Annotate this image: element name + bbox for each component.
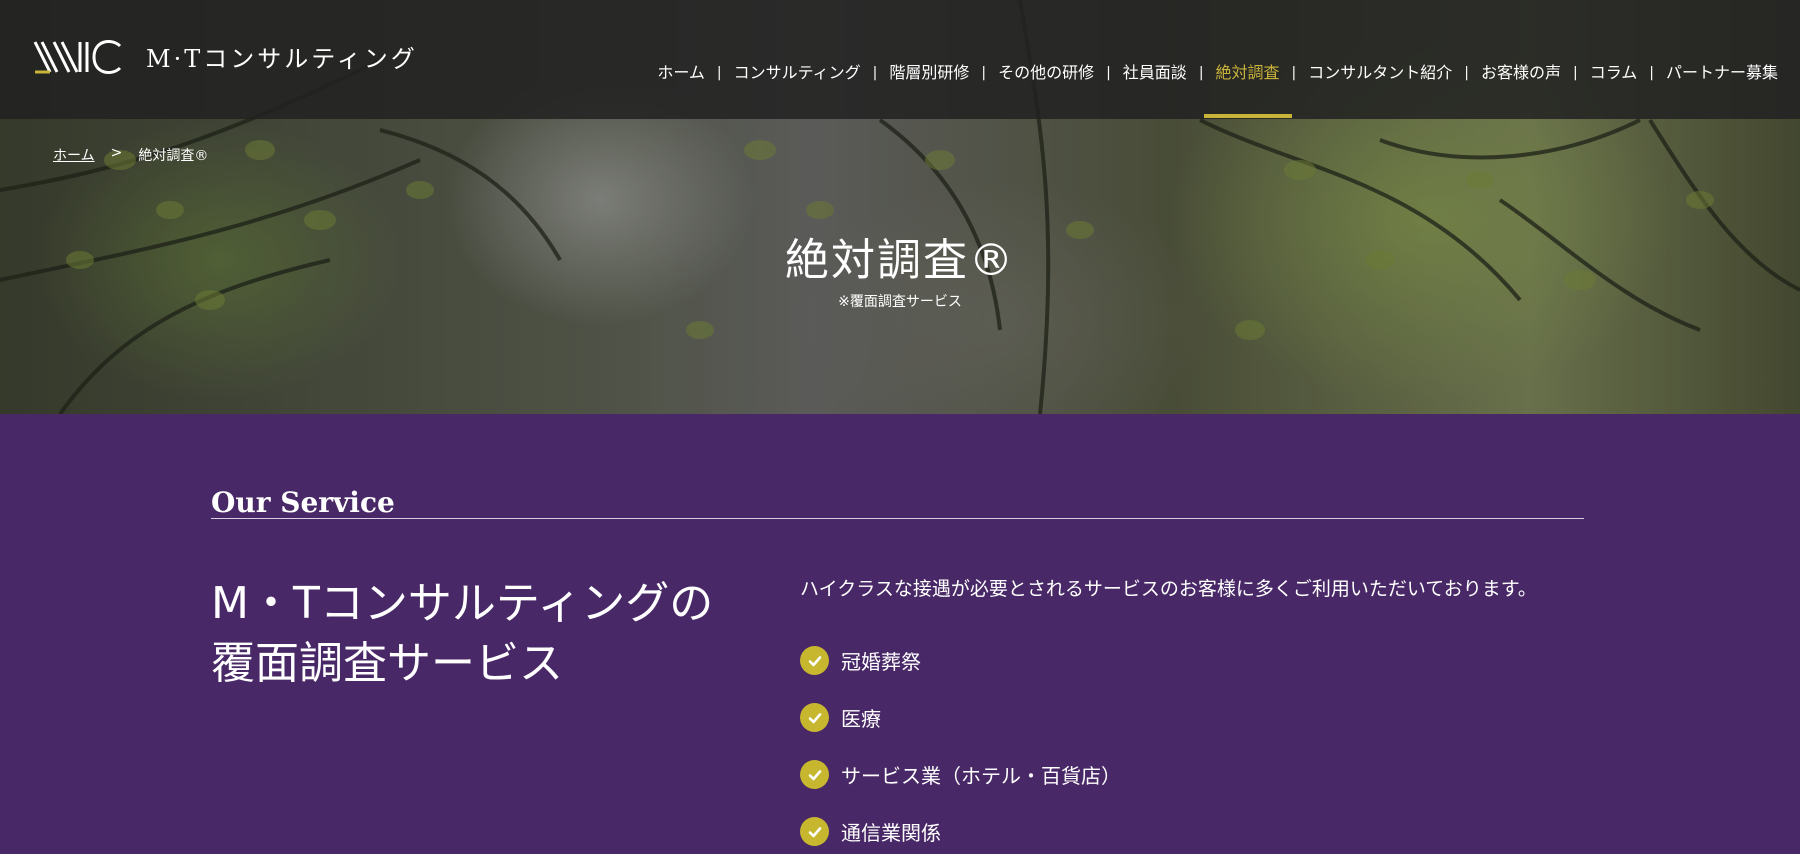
main-nav: ホーム | コンサルティング | 階層別研修 | その他の研修 | 社員面談 | 絶対調査 | コンサル… <box>645 58 1790 118</box>
nav-item-7[interactable]: お客様の声 <box>1469 58 1573 88</box>
breadcrumb-separator: > <box>110 145 123 161</box>
service-title: M・Tコンサルティングの 覆面調査サービス <box>211 574 713 694</box>
breadcrumb: ホーム > 絶対調査® <box>53 145 208 165</box>
service-section: Our Service M・Tコンサルティングの 覆面調査サービス ハイクラスな… <box>0 414 1800 854</box>
service-intro: ハイクラスな接遇が必要とされるサービスのお客様に多くご利用いただいております。 <box>800 578 1537 600</box>
section-heading: Our Service <box>211 488 1584 519</box>
list-item: 通信業関係 <box>800 803 1121 854</box>
logo[interactable]: M·Tコンサルティング <box>32 36 418 76</box>
list-item-label: サービス業（ホテル・百貨店） <box>841 764 1121 788</box>
check-icon <box>800 817 829 846</box>
nav-item-8[interactable]: コラム <box>1578 58 1650 88</box>
nav-item-2[interactable]: 階層別研修 <box>877 58 981 88</box>
page-title: 絶対調査® <box>785 235 1015 286</box>
page-subtitle: ※覆面調査サービス <box>838 294 962 310</box>
mtc-logo-icon <box>33 39 122 75</box>
nav-item-9[interactable]: パートナー募集 <box>1654 58 1790 88</box>
service-title-line1: M・Tコンサルティングの <box>211 578 714 629</box>
check-icon <box>800 703 829 732</box>
list-item: 医療 <box>800 689 1121 746</box>
list-item: 冠婚葬祭 <box>800 632 1121 689</box>
nav-item-1[interactable]: コンサルティング <box>722 58 873 88</box>
nav-item-5[interactable]: 絶対調査 <box>1203 58 1292 118</box>
check-icon <box>800 760 829 789</box>
breadcrumb-current: 絶対調査® <box>138 148 209 164</box>
breadcrumb-home-link[interactable]: ホーム <box>53 145 95 165</box>
nav-item-0[interactable]: ホーム <box>645 58 717 88</box>
list-item: サービス業（ホテル・百貨店） <box>800 746 1121 803</box>
site-header: M·Tコンサルティング ホーム | コンサルティング | 階層別研修 | その他の研修 | 社員… <box>0 0 1800 119</box>
list-item-label: 冠婚葬祭 <box>841 650 921 674</box>
service-list: 冠婚葬祭 医療 サービス業（ホテル・百貨店） 通信業関係 <box>800 632 1121 854</box>
list-item-label: 医療 <box>841 707 881 731</box>
check-icon <box>800 646 829 675</box>
nav-item-3[interactable]: その他の研修 <box>986 58 1106 88</box>
nav-item-4[interactable]: 社員面談 <box>1111 58 1199 88</box>
nav-item-6[interactable]: コンサルタント紹介 <box>1296 58 1464 88</box>
list-item-label: 通信業関係 <box>841 821 941 845</box>
logo-text: M·Tコンサルティング <box>146 44 418 73</box>
service-title-line2: 覆面調査サービス <box>211 638 563 689</box>
